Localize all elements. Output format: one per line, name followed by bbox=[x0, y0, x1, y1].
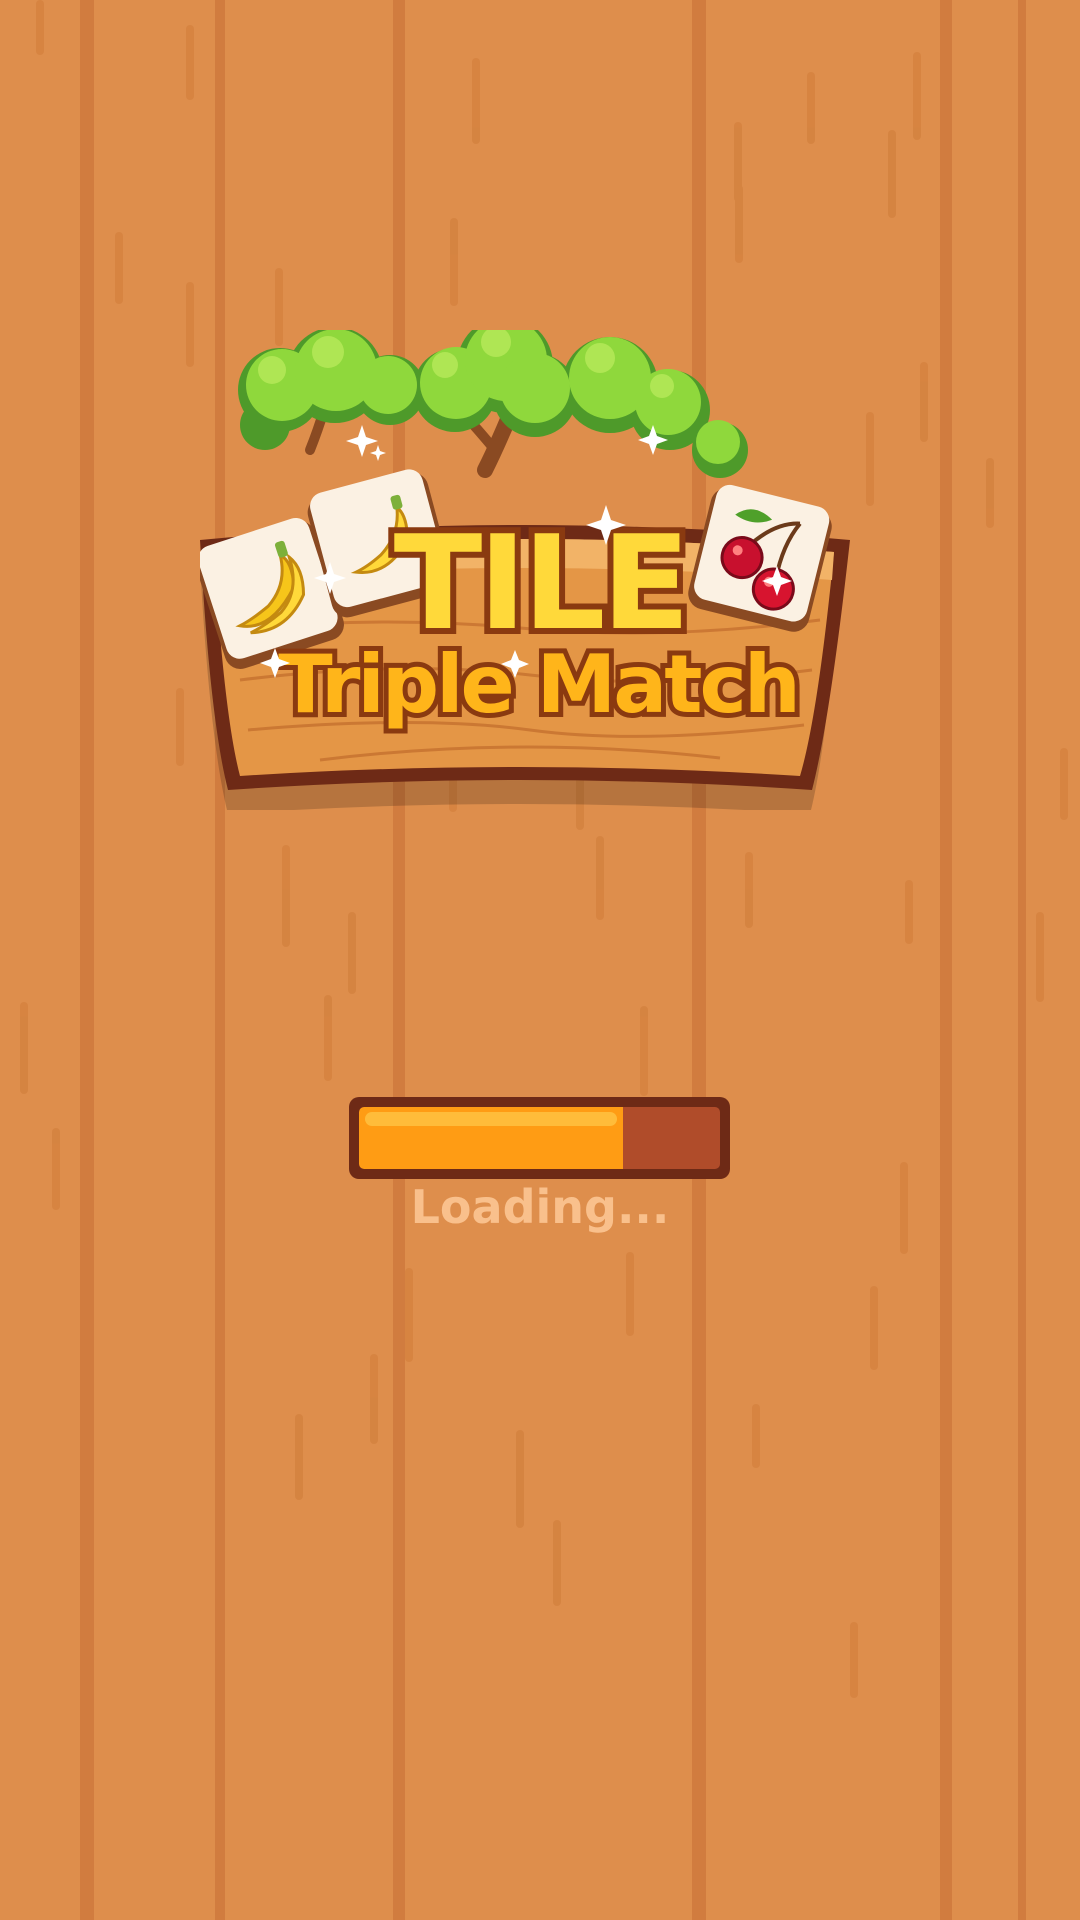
tree-foliage bbox=[238, 330, 748, 478]
loading-progress-bar bbox=[349, 1097, 730, 1179]
wood-plank-background bbox=[0, 0, 1080, 1920]
game-logo: TILE Triple Match bbox=[200, 330, 850, 810]
logo-subtitle: Triple Match bbox=[278, 638, 798, 731]
logo-title: TILE bbox=[394, 507, 687, 659]
loading-progress-track bbox=[359, 1107, 720, 1169]
loading-label: Loading... bbox=[410, 1180, 670, 1234]
loading-progress-fill bbox=[359, 1107, 623, 1169]
